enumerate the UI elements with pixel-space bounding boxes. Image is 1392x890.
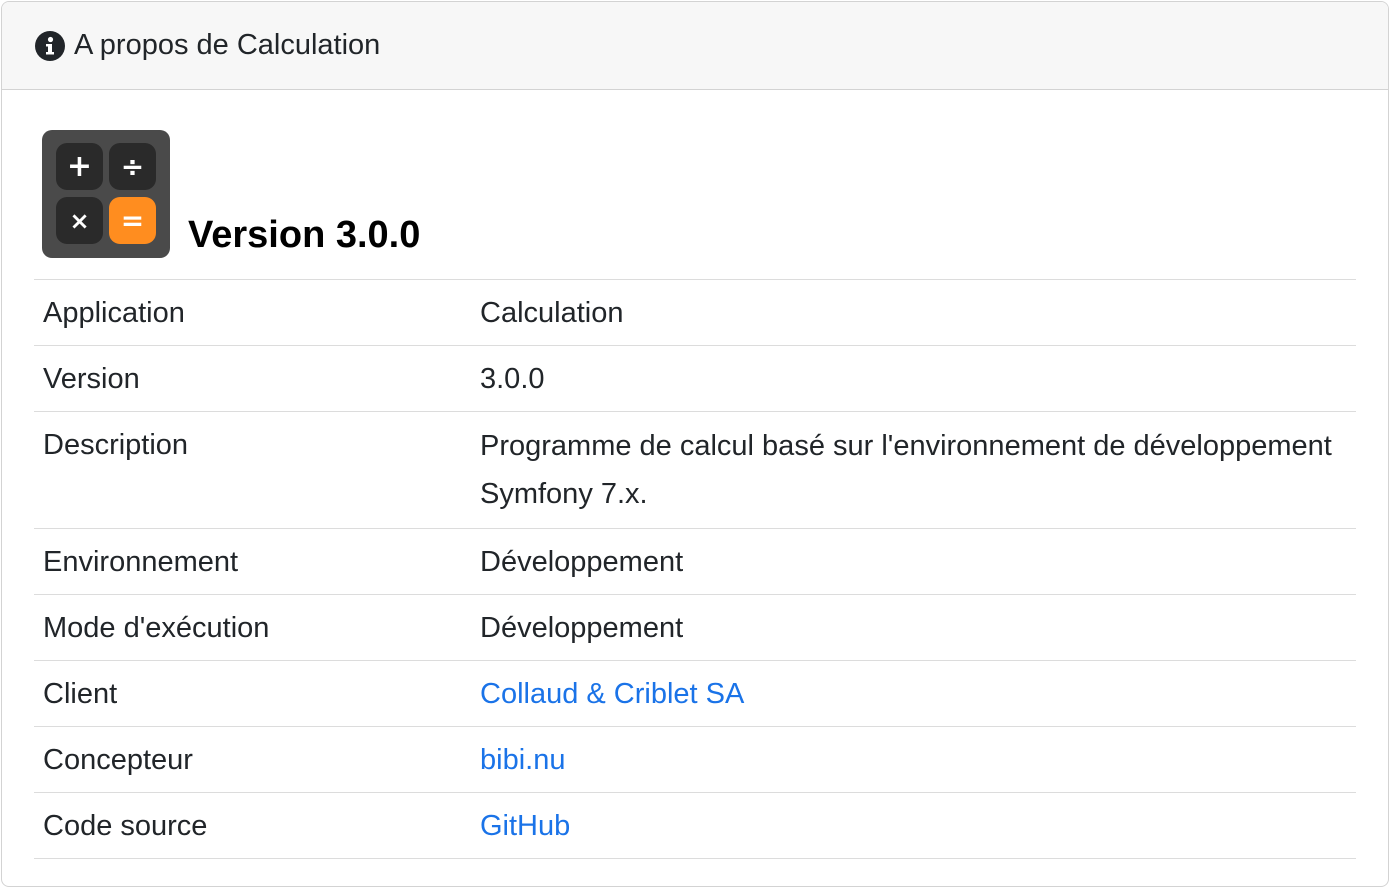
multiply-key-icon: ×: [56, 197, 103, 244]
row-value: 3.0.0: [471, 345, 1356, 412]
card-header: A propos de Calculation: [2, 2, 1388, 90]
row-value: GitHub: [471, 792, 1356, 859]
table-row: Description Programme de calcul basé sur…: [34, 411, 1356, 529]
row-value: bibi.nu: [471, 726, 1356, 793]
row-value: Programme de calcul basé sur l'environne…: [471, 411, 1356, 529]
properties-table: Application Calculation Version 3.0.0 De…: [34, 279, 1356, 859]
table-row: Concepteur bibi.nu: [34, 726, 1356, 793]
divide-key-icon: ÷: [109, 143, 156, 190]
table-row: Code source GitHub: [34, 792, 1356, 859]
equals-key-icon: =: [109, 197, 156, 244]
client-link[interactable]: Collaud & Criblet SA: [480, 678, 744, 710]
row-label: Concepteur: [34, 726, 471, 793]
source-code-link[interactable]: GitHub: [480, 810, 570, 842]
version-title: Version 3.0.0: [188, 214, 421, 256]
card-title: A propos de Calculation: [74, 29, 381, 61]
row-label: Application: [34, 279, 471, 346]
plus-key-icon: +: [56, 143, 103, 190]
row-label: Version: [34, 345, 471, 412]
designer-link[interactable]: bibi.nu: [480, 744, 565, 776]
table-row: Environnement Développement: [34, 528, 1356, 595]
row-label: Code source: [34, 792, 471, 859]
row-label: Description: [34, 411, 471, 529]
info-circle-icon: [34, 30, 66, 62]
table-row: Version 3.0.0: [34, 345, 1356, 412]
calculator-icon: + ÷ × =: [42, 130, 170, 258]
row-label: Client: [34, 660, 471, 727]
card-body: + ÷ × = Version 3.0.0 Application Calcul…: [2, 90, 1388, 859]
about-card: A propos de Calculation + ÷ × = Version …: [1, 1, 1389, 887]
row-label: Environnement: [34, 528, 471, 595]
table-row: Application Calculation: [34, 279, 1356, 346]
version-hero: + ÷ × = Version 3.0.0: [34, 90, 1356, 279]
row-value: Développement: [471, 528, 1356, 595]
table-row: Mode d'exécution Développement: [34, 594, 1356, 661]
row-value: Développement: [471, 594, 1356, 661]
table-row: Client Collaud & Criblet SA: [34, 660, 1356, 727]
row-value: Collaud & Criblet SA: [471, 660, 1356, 727]
row-value: Calculation: [471, 279, 1356, 346]
row-label: Mode d'exécution: [34, 594, 471, 661]
